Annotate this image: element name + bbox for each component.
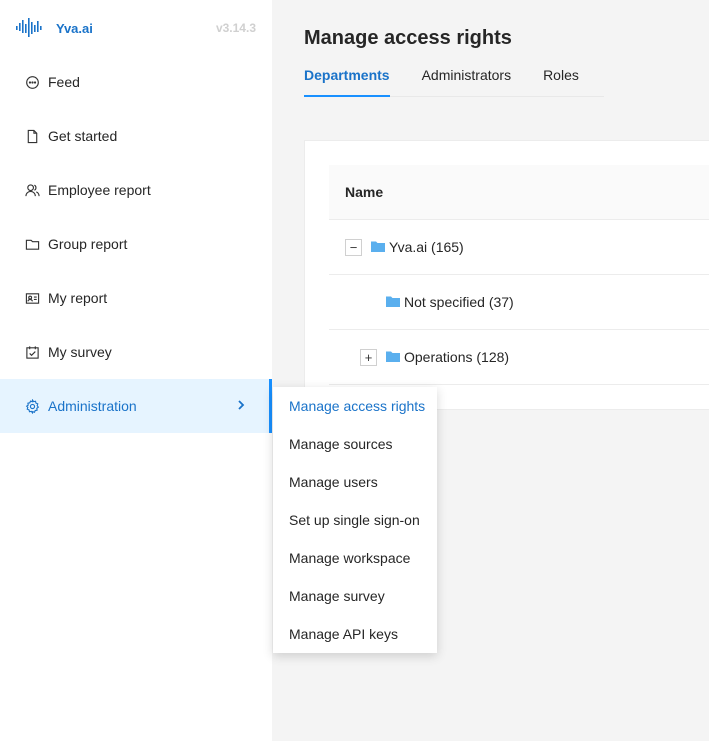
menu-item-manage-survey[interactable]: Manage survey	[273, 577, 437, 615]
sidebar-item-label: Feed	[48, 74, 80, 90]
menu-item-manage-users[interactable]: Manage users	[273, 463, 437, 501]
document-icon	[24, 128, 40, 144]
chat-bubble-icon	[24, 74, 40, 90]
yva-logo-icon	[16, 18, 42, 37]
sidebar-item-label: Employee report	[48, 182, 151, 198]
sidebar-item-label: My report	[48, 290, 108, 306]
calendar-check-icon	[24, 344, 40, 360]
department-name: Not specified (37)	[404, 294, 514, 310]
table-header-name[interactable]: Name	[329, 165, 709, 220]
gear-icon	[24, 398, 40, 414]
users-icon	[24, 182, 40, 198]
sidebar-item-group-report[interactable]: Group report	[0, 217, 272, 271]
tab-bar: Departments Administrators Roles	[304, 56, 604, 97]
menu-item-manage-api-keys[interactable]: Manage API keys	[273, 615, 437, 653]
expand-button[interactable]: +	[360, 349, 377, 366]
department-name: Yva.ai (165)	[389, 239, 464, 255]
brand-name: Yva.ai	[56, 20, 93, 36]
sidebar-item-label: Get started	[48, 128, 118, 144]
sidebar-item-get-started[interactable]: Get started	[0, 109, 272, 163]
administration-submenu: Manage access rights Manage sources Mana…	[273, 387, 437, 653]
menu-item-manage-sources[interactable]: Manage sources	[273, 425, 437, 463]
sidebar-item-employee-report[interactable]: Employee report	[0, 163, 272, 217]
folder-icon	[386, 296, 400, 307]
table-row[interactable]: − Yva.ai (165)	[329, 220, 709, 275]
tab-departments[interactable]: Departments	[304, 56, 390, 97]
menu-item-manage-workspace[interactable]: Manage workspace	[273, 539, 437, 577]
sidebar-item-administration[interactable]: Administration	[0, 379, 272, 433]
sidebar-item-label: Administration	[48, 398, 137, 414]
departments-table: Name − Yva.ai (165) Not specified (37) +…	[329, 165, 709, 385]
folder-icon	[24, 236, 40, 252]
sidebar-item-label: My survey	[48, 344, 112, 360]
page-title: Manage access rights	[304, 27, 512, 49]
folder-icon	[371, 241, 385, 252]
tab-roles[interactable]: Roles	[543, 56, 579, 96]
table-row[interactable]: Not specified (37)	[329, 275, 709, 330]
departments-card: Name − Yva.ai (165) Not specified (37) +…	[304, 140, 709, 410]
folder-icon	[386, 351, 400, 362]
collapse-button[interactable]: −	[345, 239, 362, 256]
brand[interactable]: Yva.ai v3.14.3	[16, 16, 256, 40]
table-row[interactable]: + Operations (128)	[329, 330, 709, 385]
chevron-right-icon	[238, 400, 245, 410]
sidebar-item-my-report[interactable]: My report	[0, 271, 272, 325]
sidebar-item-label: Group report	[48, 236, 128, 252]
tab-administrators[interactable]: Administrators	[422, 56, 511, 96]
department-name: Operations (128)	[404, 349, 510, 365]
app-version: v3.14.3	[215, 21, 256, 35]
sidebar: Yva.ai v3.14.3 Feed Get started Employee…	[0, 0, 272, 741]
sidebar-nav: Feed Get started Employee report Group r…	[0, 55, 272, 433]
menu-item-manage-access-rights[interactable]: Manage access rights	[273, 387, 437, 425]
sidebar-item-feed[interactable]: Feed	[0, 55, 272, 109]
id-card-icon	[24, 290, 40, 306]
menu-item-sso[interactable]: Set up single sign-on	[273, 501, 437, 539]
sidebar-item-my-survey[interactable]: My survey	[0, 325, 272, 379]
